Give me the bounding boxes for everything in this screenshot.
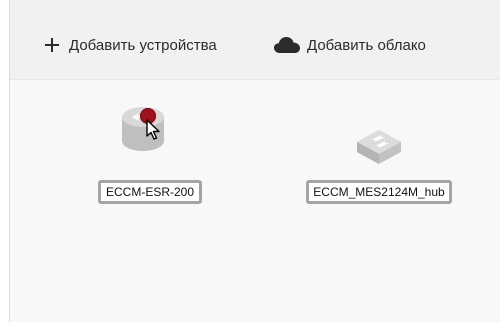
mouse-cursor-icon [146, 119, 160, 140]
topology-canvas[interactable]: ECCM-ESR-200 ECCM_MES2124M_hub [10, 80, 500, 322]
device-label[interactable]: ECCM_MES2124M_hub [306, 180, 452, 204]
device-label[interactable]: ECCM-ESR-200 [98, 180, 202, 204]
cloud-icon [274, 37, 300, 53]
toolbar: Добавить устройства Добавить облако [10, 0, 500, 80]
add-cloud-button[interactable]: Добавить облако [273, 34, 426, 56]
topology-editor: Добавить устройства Добавить облако ECCM… [9, 0, 500, 322]
add-cloud-label: Добавить облако [307, 36, 426, 54]
switch-node[interactable] [353, 124, 405, 168]
add-devices-label: Добавить устройства [69, 36, 217, 54]
add-devices-button[interactable]: Добавить устройства [43, 34, 217, 56]
switch-icon [357, 130, 401, 164]
plus-icon [45, 38, 59, 52]
